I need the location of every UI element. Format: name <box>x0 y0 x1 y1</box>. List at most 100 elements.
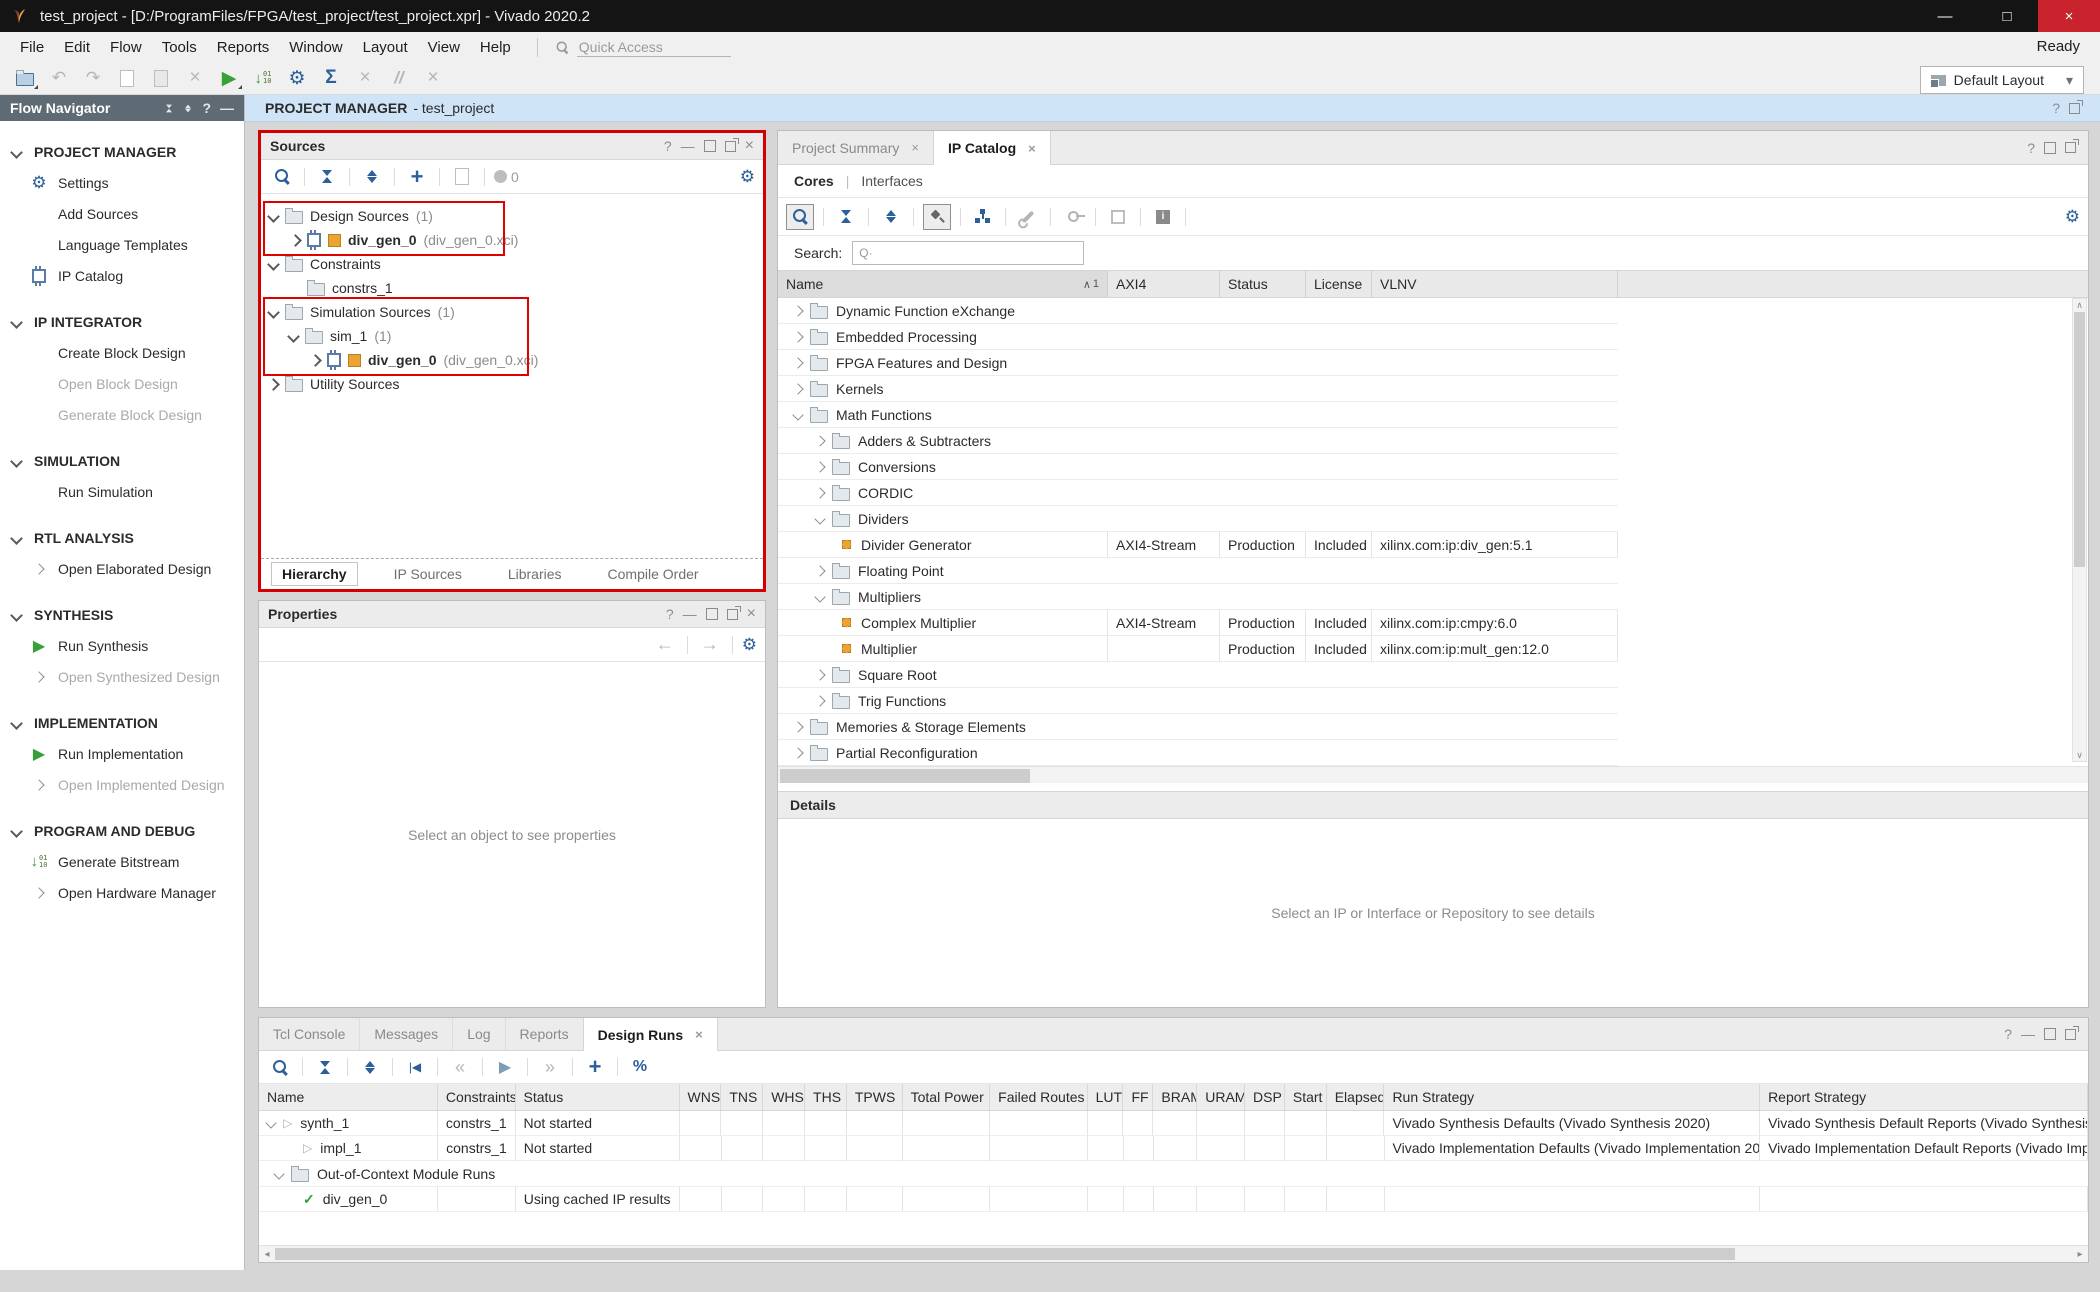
nav-generate-block-design[interactable]: Generate Block Design <box>0 399 244 430</box>
minimize-panel-icon[interactable]: — <box>220 100 234 116</box>
nav-create-block-design[interactable]: Create Block Design <box>0 337 244 368</box>
collapse-all-icon[interactable] <box>314 165 340 189</box>
step-back-icon[interactable]: « <box>447 1055 473 1079</box>
close-panel-icon[interactable]: × <box>745 137 754 155</box>
layout-selector[interactable]: Default Layout ▾ <box>1920 66 2084 94</box>
menu-reports[interactable]: Reports <box>207 32 280 62</box>
pin-filter-icon[interactable] <box>923 204 951 230</box>
chevron-down-icon[interactable] <box>267 306 280 319</box>
launch-runs-icon[interactable]: ▶ <box>492 1055 518 1079</box>
section-program-and-debug[interactable]: PROGRAM AND DEBUG <box>0 816 244 846</box>
tree-row-sim-1[interactable]: sim_1(1) <box>261 324 763 348</box>
section-simulation[interactable]: SIMULATION <box>0 446 244 476</box>
close-tab-icon[interactable]: × <box>1028 141 1036 156</box>
catalog-row[interactable]: Multipliers <box>778 584 1618 610</box>
catalog-row[interactable]: FPGA Features and Design <box>778 350 1618 376</box>
expand-all-icon[interactable] <box>185 104 191 112</box>
tree-row-utility-sources[interactable]: Utility Sources <box>261 372 763 396</box>
minimize-panel-icon[interactable]: — <box>683 606 697 622</box>
nav-settings[interactable]: ⚙Settings <box>0 167 244 198</box>
run-row-synth-1[interactable]: ▷synth_1 constrs_1Not started Vivado Syn… <box>259 1111 2088 1136</box>
collapse-all-icon[interactable] <box>166 104 172 112</box>
expand-all-icon[interactable] <box>359 165 385 189</box>
minimize-panel-icon[interactable]: — <box>681 138 695 154</box>
search-icon[interactable] <box>267 1055 293 1079</box>
collapse-all-icon[interactable] <box>312 1055 338 1079</box>
scroll-left-icon[interactable]: ◂ <box>259 1249 275 1260</box>
back-arrow-icon[interactable]: ← <box>652 633 678 657</box>
tab-tcl-console[interactable]: Tcl Console <box>259 1018 359 1050</box>
horizontal-scrollbar[interactable] <box>778 766 2088 783</box>
add-sources-icon[interactable]: + <box>404 165 430 189</box>
nav-open-elaborated-design[interactable]: Open Elaborated Design <box>0 553 244 584</box>
catalog-search-box[interactable]: Q· <box>852 241 1084 265</box>
menu-help[interactable]: Help <box>470 32 521 62</box>
chevron-right-icon[interactable] <box>267 378 280 391</box>
generate-bitstream-icon[interactable]: ↓0110 <box>246 63 280 93</box>
nav-add-sources[interactable]: Add Sources <box>0 198 244 229</box>
tab-log[interactable]: Log <box>452 1018 504 1050</box>
catalog-row-multiplier[interactable]: MultiplierProductionIncludedxilinx.com:i… <box>778 636 1618 662</box>
catalog-table-header[interactable]: Name∧1 AXI4 Status License VLNV <box>778 270 2088 298</box>
nav-run-implementation[interactable]: ▶Run Implementation <box>0 738 244 769</box>
catalog-row-divider-generator[interactable]: Divider GeneratorAXI4-StreamProductionIn… <box>778 532 1618 558</box>
panel-settings-gear-icon[interactable]: ⚙ <box>2065 207 2080 227</box>
paste-icon[interactable] <box>144 63 178 93</box>
maximize-panel-icon[interactable] <box>706 608 718 620</box>
nav-generate-bitstream[interactable]: ↓0110Generate Bitstream <box>0 846 244 877</box>
float-panel-icon[interactable] <box>2069 103 2080 114</box>
help-icon[interactable]: ? <box>2052 100 2060 116</box>
cancel-icon-2[interactable]: × <box>416 63 450 93</box>
nav-run-simulation[interactable]: Run Simulation <box>0 476 244 507</box>
nav-open-block-design[interactable]: Open Block Design <box>0 368 244 399</box>
ip-settings-chip-icon[interactable] <box>1105 205 1131 229</box>
slashes-icon[interactable]: // <box>382 63 416 93</box>
nav-open-hardware-manager[interactable]: Open Hardware Manager <box>0 877 244 908</box>
run-row-ooc-module-runs[interactable]: Out-of-Context Module Runs <box>259 1161 2088 1187</box>
search-icon[interactable] <box>786 204 814 230</box>
section-ip-integrator[interactable]: IP INTEGRATOR <box>0 307 244 337</box>
window-maximize-button[interactable]: □ <box>1976 0 2038 32</box>
catalog-row[interactable]: Kernels <box>778 376 1618 402</box>
nav-language-templates[interactable]: Language Templates <box>0 229 244 260</box>
settings-gear-icon[interactable]: ⚙ <box>280 63 314 93</box>
catalog-row[interactable]: CORDIC <box>778 480 1618 506</box>
tree-row-constrs-1[interactable]: constrs_1 <box>261 276 763 300</box>
cancel-icon[interactable]: × <box>348 63 382 93</box>
menu-edit[interactable]: Edit <box>54 32 100 62</box>
nav-ip-catalog[interactable]: IP Catalog <box>0 260 244 291</box>
percent-icon[interactable]: % <box>627 1055 653 1079</box>
scroll-up-icon[interactable]: ∧ <box>2076 299 2083 311</box>
catalog-row[interactable]: Dividers <box>778 506 1618 532</box>
group-by-hierarchy-icon[interactable] <box>970 205 996 229</box>
float-panel-icon[interactable] <box>2065 1029 2076 1040</box>
catalog-row[interactable]: Memories & Storage Elements <box>778 714 1618 740</box>
menu-layout[interactable]: Layout <box>353 32 418 62</box>
catalog-row[interactable]: Embedded Processing <box>778 324 1618 350</box>
nav-open-synthesized-design[interactable]: Open Synthesized Design <box>0 661 244 692</box>
tab-reports[interactable]: Reports <box>505 1018 583 1050</box>
search-icon[interactable] <box>269 165 295 189</box>
redo-icon[interactable]: ↷ <box>76 63 110 93</box>
scroll-down-icon[interactable]: ∨ <box>2076 749 2083 761</box>
chevron-down-icon[interactable] <box>267 258 280 271</box>
catalog-row[interactable]: Floating Point <box>778 558 1618 584</box>
float-panel-icon[interactable] <box>727 609 738 620</box>
scrollbar-thumb[interactable] <box>780 769 1030 783</box>
collapse-all-icon[interactable] <box>833 205 859 229</box>
tab-ip-sources[interactable]: IP Sources <box>384 563 472 585</box>
close-tab-icon[interactable]: × <box>911 140 919 155</box>
chevron-down-icon[interactable] <box>273 1168 284 1179</box>
file-question-icon[interactable] <box>449 165 475 189</box>
catalog-row-complex-multiplier[interactable]: Complex MultiplierAXI4-StreamProductionI… <box>778 610 1618 636</box>
menu-window[interactable]: Window <box>279 32 352 62</box>
tree-row-div-gen-0-sim[interactable]: div_gen_0(div_gen_0.xci) <box>261 348 763 372</box>
menu-file[interactable]: File <box>10 32 54 62</box>
section-synthesis[interactable]: SYNTHESIS <box>0 600 244 630</box>
catalog-row[interactable]: Math Functions <box>778 402 1618 428</box>
run-icon[interactable]: ▶ <box>212 63 246 93</box>
sum-icon[interactable]: Σ <box>314 63 348 93</box>
skip-forward-icon[interactable]: » <box>537 1055 563 1079</box>
float-panel-icon[interactable] <box>725 141 736 152</box>
panel-settings-gear-icon[interactable]: ⚙ <box>740 167 755 187</box>
